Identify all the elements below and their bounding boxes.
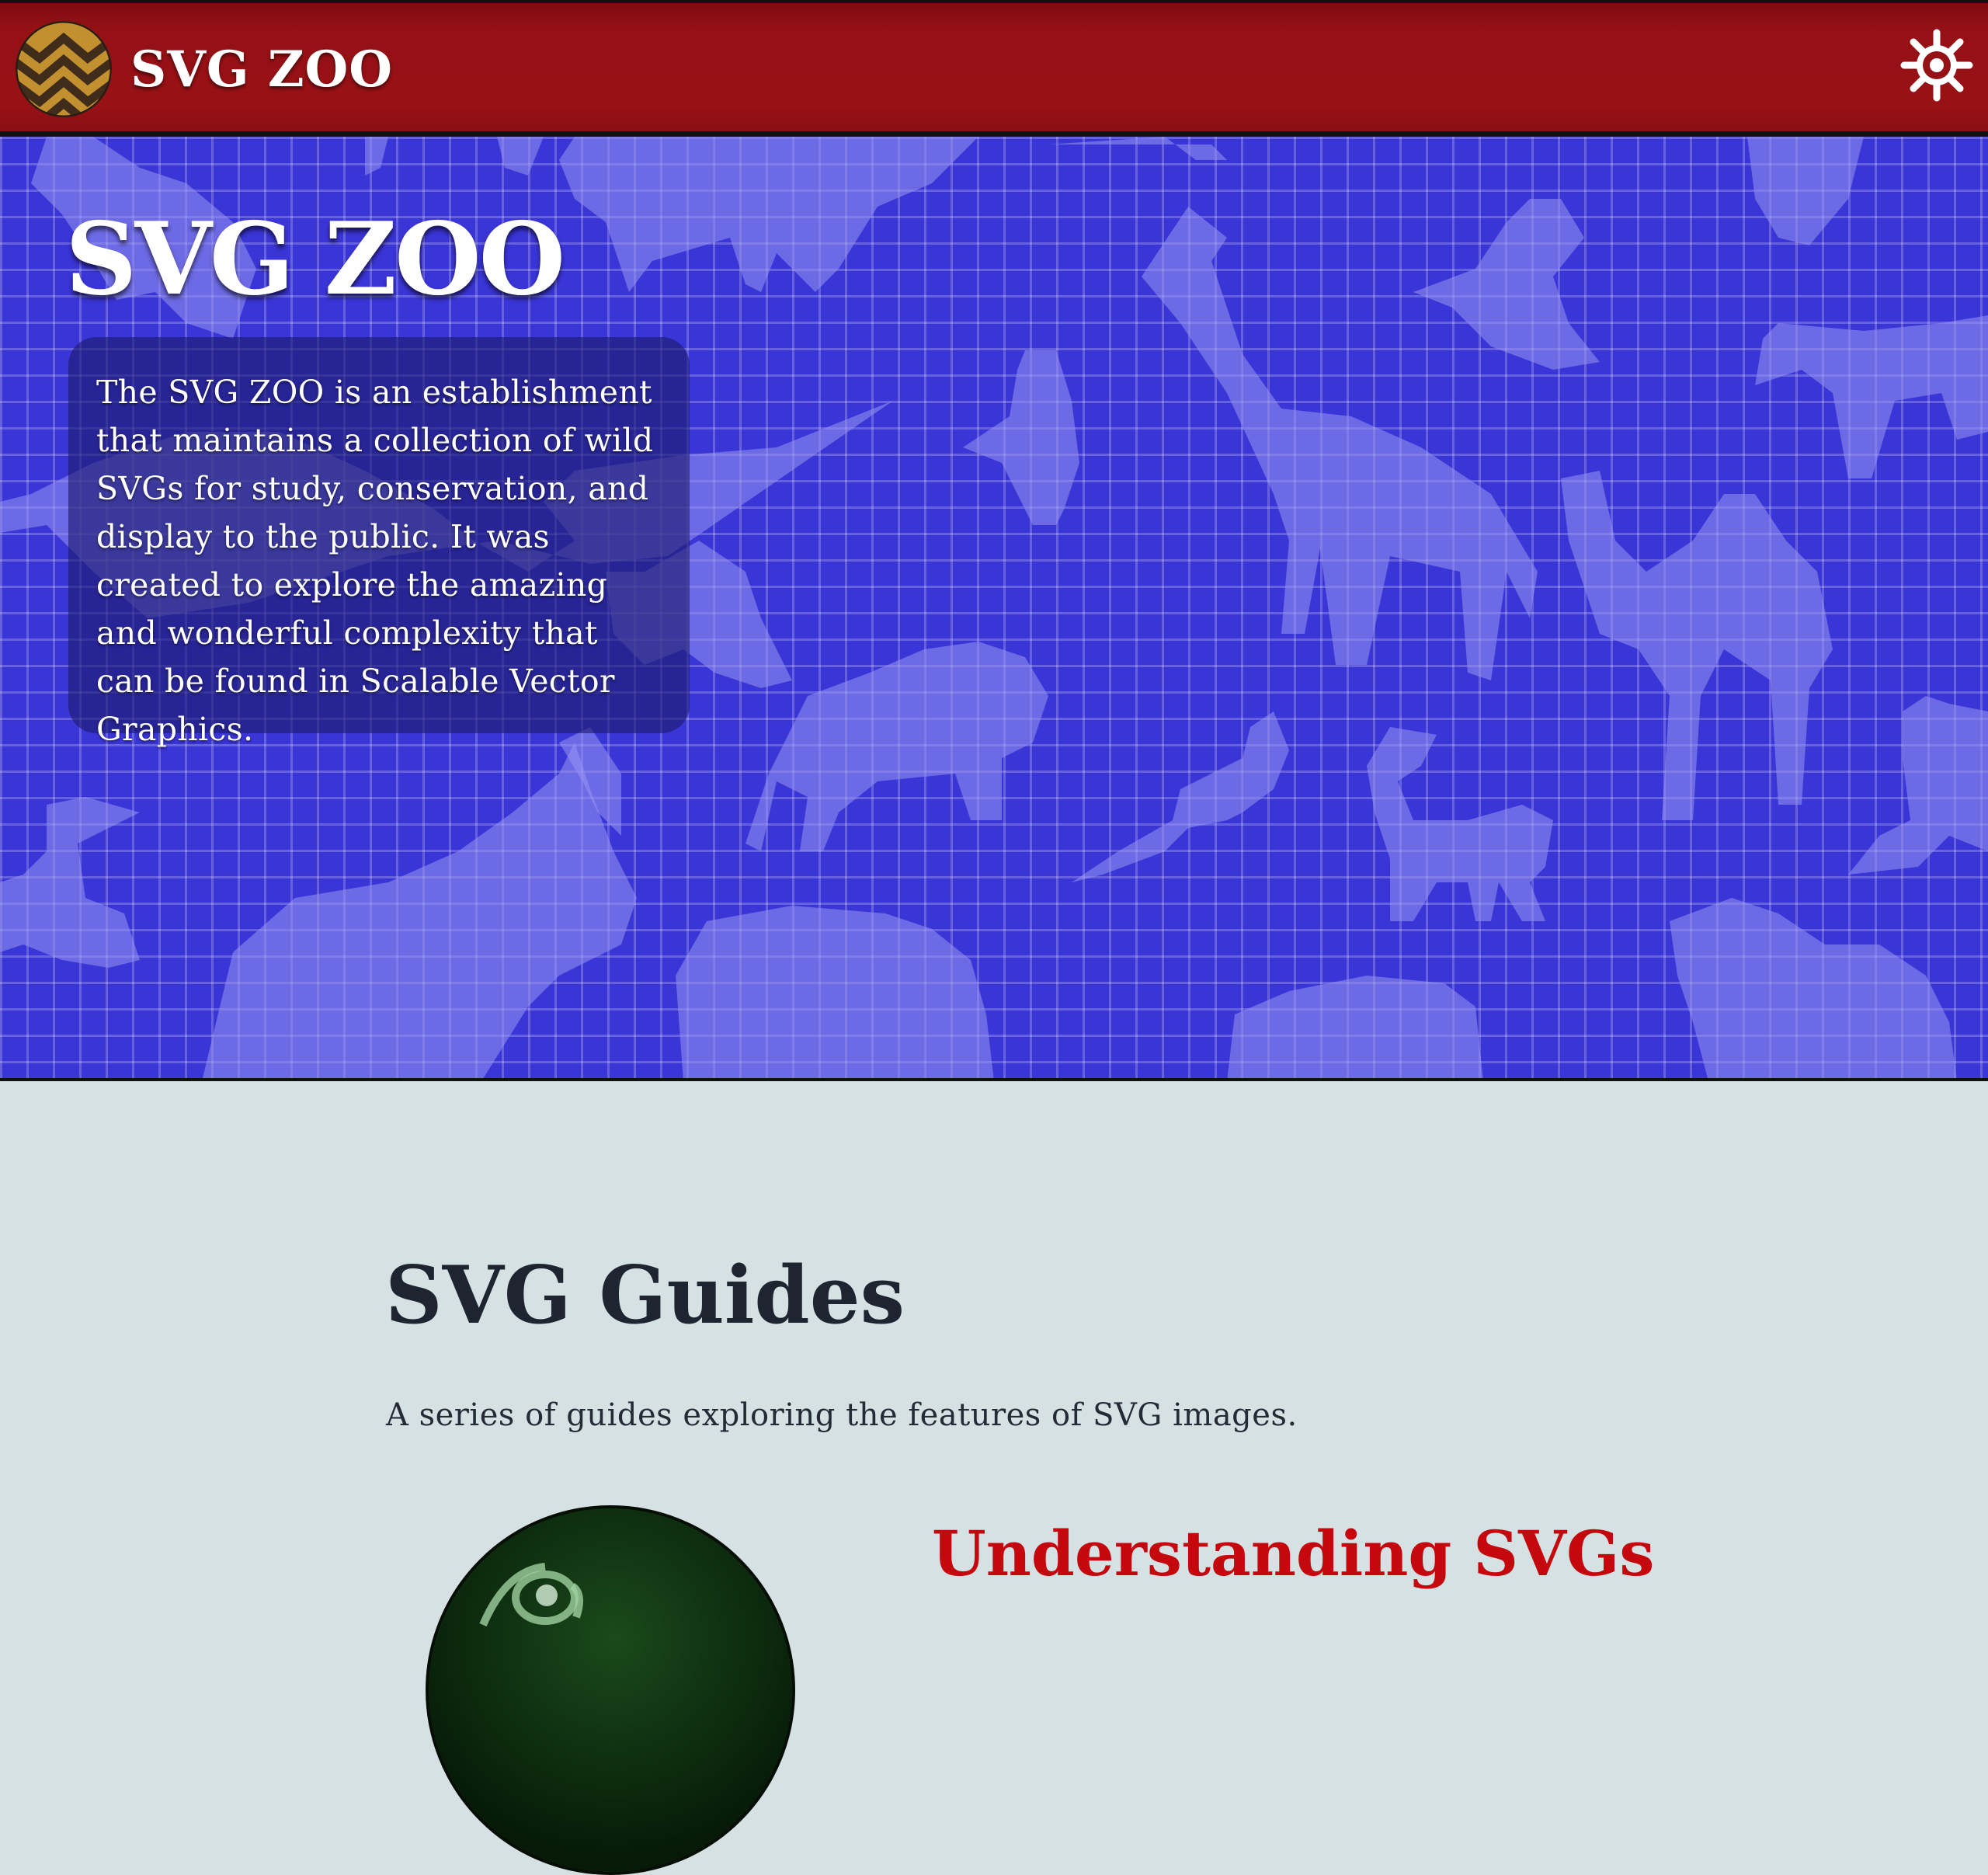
section-title: SVG Guides <box>385 1249 905 1342</box>
logo-icon[interactable] <box>16 21 112 117</box>
hero-description-panel: The SVG ZOO is an establishment that mai… <box>68 337 690 748</box>
guide-thumbnail-image[interactable] <box>426 1505 795 1875</box>
section-description: A series of guides exploring the feature… <box>386 1397 1298 1433</box>
guide-title-link[interactable]: Understanding SVGs <box>932 1507 1654 1600</box>
hero-title: SVG ZOO <box>65 201 565 318</box>
site-header: SVG ZOO <box>0 0 1988 137</box>
hero-banner: SVG ZOO The SVG ZOO is an establishment … <box>0 137 1988 1081</box>
gear-icon[interactable] <box>1899 28 1974 103</box>
site-brand[interactable]: SVG ZOO <box>130 33 393 107</box>
hero-description: The SVG ZOO is an establishment that mai… <box>96 374 654 748</box>
